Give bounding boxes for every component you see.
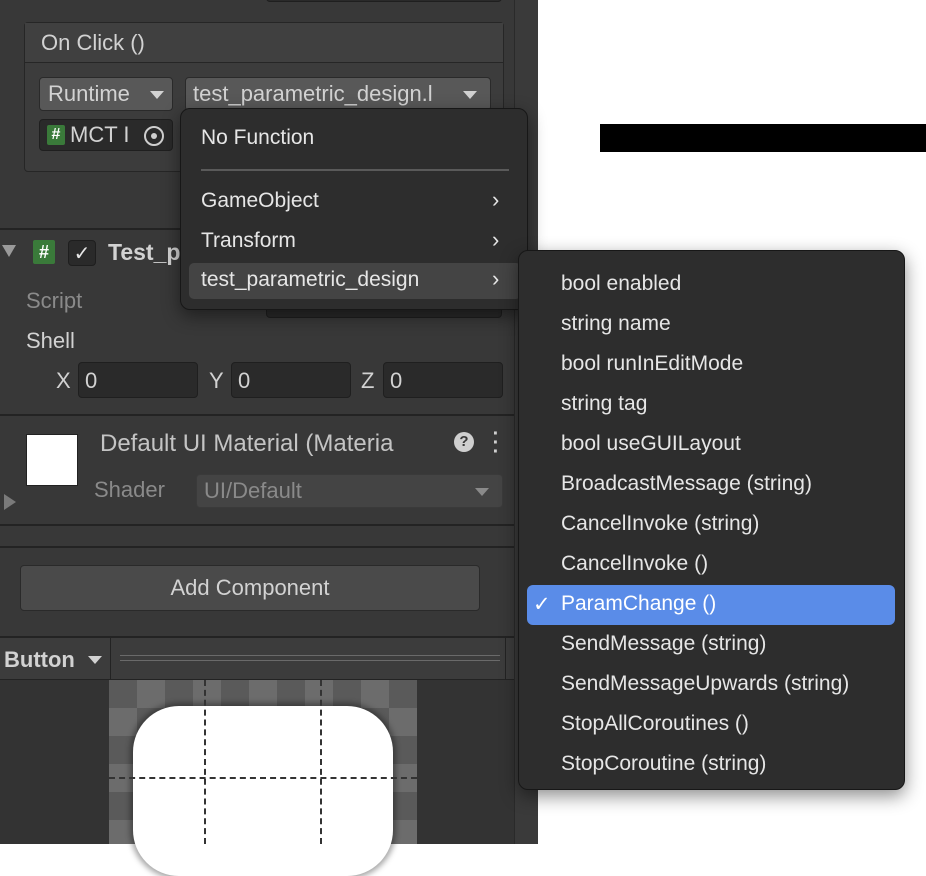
slice-guide xyxy=(320,680,322,844)
submenu-item-label: BroadcastMessage (string) xyxy=(561,472,812,495)
menu-item-label: GameObject xyxy=(201,189,319,212)
submenu-item-label: CancelInvoke () xyxy=(561,552,709,575)
submenu-item-label: bool enabled xyxy=(561,272,682,295)
add-component-button[interactable]: Add Component xyxy=(20,565,480,611)
submenu-item[interactable]: CancelInvoke () xyxy=(527,545,895,585)
submenu-item[interactable]: bool useGUILayout xyxy=(527,425,895,465)
enabled-checkbox[interactable]: ✓ xyxy=(68,240,96,266)
submenu-item[interactable]: SendMessageUpwards (string) xyxy=(527,665,895,705)
chevron-down-icon xyxy=(88,656,102,664)
submenu-item-label: StopCoroutine (string) xyxy=(561,752,767,775)
submenu-item[interactable]: BroadcastMessage (string) xyxy=(527,465,895,505)
submenu-item[interactable]: bool enabled xyxy=(527,265,895,305)
submenu-item-label: ParamChange () xyxy=(561,592,717,615)
shader-label: Shader xyxy=(94,477,165,502)
slice-guide xyxy=(109,777,417,779)
script-icon: # xyxy=(47,125,65,145)
object-picker-icon[interactable] xyxy=(144,126,164,146)
drag-handle[interactable] xyxy=(120,655,500,661)
submenu-item-label: bool runInEditMode xyxy=(561,352,744,375)
toolbar-divider xyxy=(505,638,506,680)
toolbar-divider xyxy=(110,638,111,680)
divider xyxy=(0,524,514,526)
script-label: Script xyxy=(26,288,83,313)
submenu-item-label: string tag xyxy=(561,392,648,415)
script-icon: # xyxy=(33,240,55,264)
slice-guide xyxy=(204,680,206,844)
help-icon[interactable]: ? xyxy=(454,432,474,452)
z-field[interactable]: 0 xyxy=(383,362,503,398)
x-value: 0 xyxy=(85,368,98,393)
submenu-item-label: SendMessageUpwards (string) xyxy=(561,672,850,695)
component-title: Test_p xyxy=(108,239,181,265)
z-label: Z xyxy=(361,368,375,393)
material-name: Default UI Material (Materia xyxy=(100,430,394,457)
redacted-text xyxy=(600,124,926,152)
menu-item-test-parametric-design[interactable]: test_parametric_design › xyxy=(189,263,521,299)
material-thumbnail xyxy=(26,434,78,486)
runtime-dropdown[interactable]: Runtime xyxy=(39,77,173,111)
menu-separator xyxy=(201,169,509,171)
preview-toolbar: Button xyxy=(0,636,514,680)
submenu-item[interactable]: ✓ ParamChange () xyxy=(527,585,895,625)
preview-dropdown[interactable]: Button xyxy=(4,647,75,673)
chevron-right-icon: › xyxy=(492,227,500,252)
function-menu: No Function GameObject › Transform › tes… xyxy=(180,108,528,310)
divider xyxy=(0,414,514,416)
submenu-item-label: StopAllCoroutines () xyxy=(561,712,749,735)
function-dropdown[interactable]: test_parametric_design.l xyxy=(185,77,491,111)
object-field[interactable]: # MCT I xyxy=(39,119,173,151)
submenu-item[interactable]: StopCoroutine (string) xyxy=(527,745,895,785)
submenu-item[interactable]: string tag xyxy=(527,385,895,425)
checkmark-icon: ✓ xyxy=(533,593,551,616)
chevron-down-icon xyxy=(475,488,489,496)
submenu-item-label: bool useGUILayout xyxy=(561,432,741,455)
foldout-arrow-icon[interactable] xyxy=(4,494,16,510)
add-component-label: Add Component xyxy=(170,575,330,600)
menu-item-transform[interactable]: Transform › xyxy=(189,225,521,259)
y-label: Y xyxy=(209,368,224,393)
function-dropdown-label: test_parametric_design.l xyxy=(193,81,433,106)
divider xyxy=(0,546,514,548)
submenu-item-label: string name xyxy=(561,312,671,335)
chevron-down-icon xyxy=(150,91,164,99)
object-label: MCT I xyxy=(70,122,130,147)
x-field[interactable]: 0 xyxy=(78,362,198,398)
menu-item-label: test_parametric_design xyxy=(201,268,420,291)
submenu-item[interactable]: CancelInvoke (string) xyxy=(527,505,895,545)
x-label: X xyxy=(56,368,71,393)
shader-value: UI/Default xyxy=(204,478,302,503)
foldout-arrow-icon[interactable] xyxy=(2,245,16,257)
y-value: 0 xyxy=(238,368,251,393)
top-field[interactable] xyxy=(266,0,502,2)
submenu-item[interactable]: SendMessage (string) xyxy=(527,625,895,665)
y-field[interactable]: 0 xyxy=(231,362,351,398)
shell-label: Shell xyxy=(26,328,75,353)
chevron-down-icon xyxy=(463,91,477,99)
sprite-preview xyxy=(0,680,514,876)
menu-item-label: Transform xyxy=(201,229,296,252)
chevron-right-icon: › xyxy=(492,266,500,291)
menu-item-gameobject[interactable]: GameObject › xyxy=(189,185,521,219)
shader-dropdown[interactable]: UI/Default xyxy=(196,474,503,508)
menu-item-no-function[interactable]: No Function xyxy=(201,126,314,150)
onclick-title: On Click () xyxy=(41,30,145,55)
method-submenu: bool enabled string name bool runInEditMod… xyxy=(518,250,905,790)
button-sprite xyxy=(133,706,393,876)
more-options-icon[interactable]: · · · xyxy=(489,424,503,462)
submenu-item[interactable]: string name xyxy=(527,305,895,345)
submenu-item-label: SendMessage (string) xyxy=(561,632,767,655)
submenu-item-label: CancelInvoke (string) xyxy=(561,512,760,535)
runtime-label: Runtime xyxy=(48,81,130,106)
chevron-right-icon: › xyxy=(492,187,500,212)
z-value: 0 xyxy=(390,368,403,393)
submenu-item[interactable]: StopAllCoroutines () xyxy=(527,705,895,745)
submenu-item[interactable]: bool runInEditMode xyxy=(527,345,895,385)
